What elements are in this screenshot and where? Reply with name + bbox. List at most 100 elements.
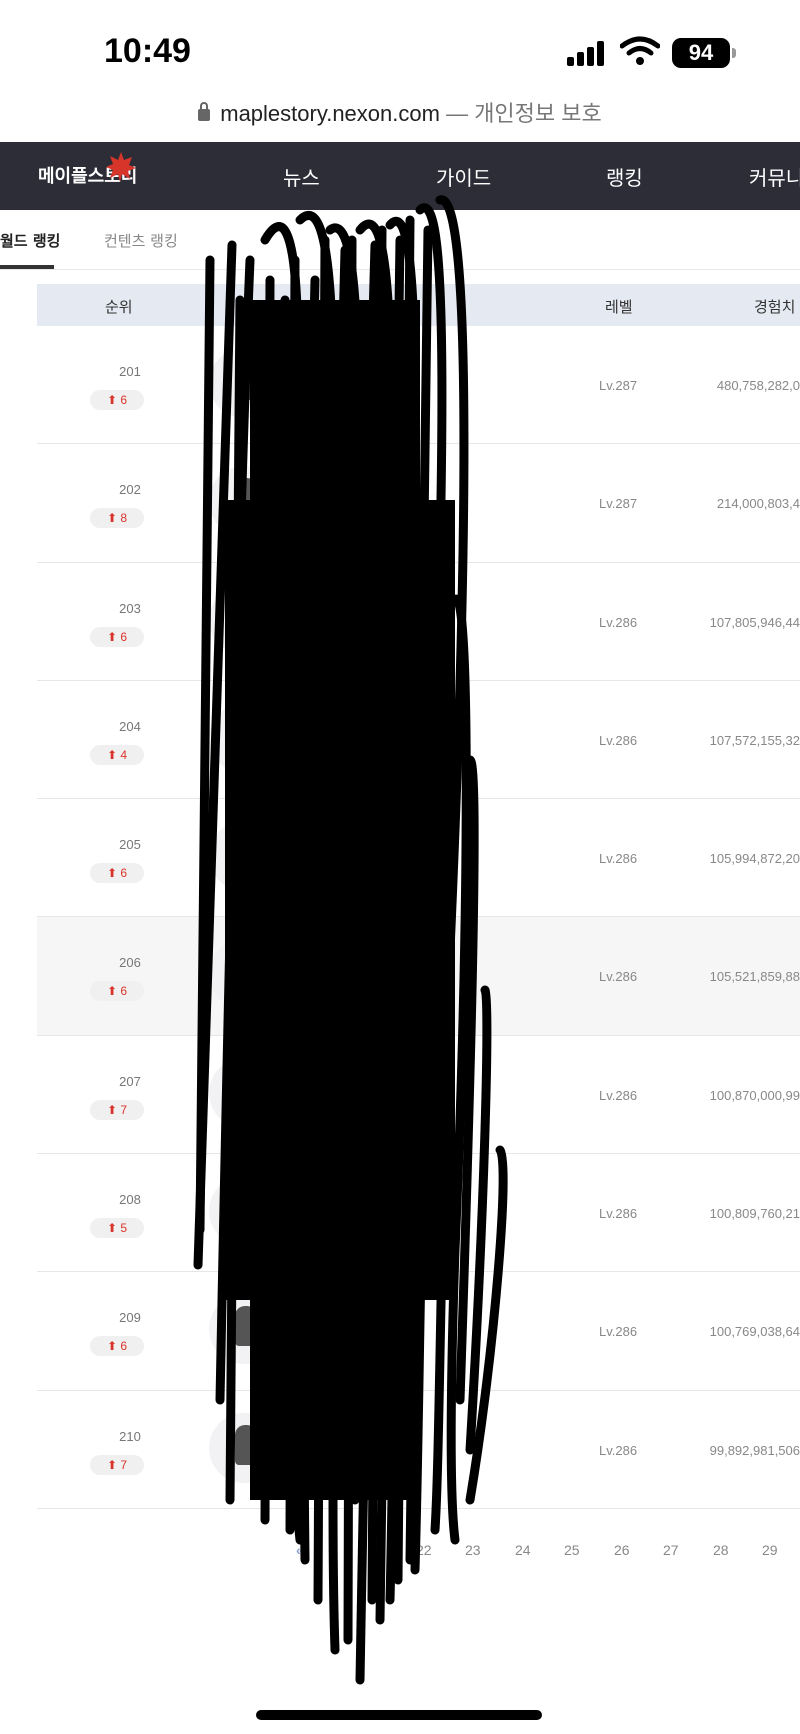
table-row[interactable]: 208 ⬆ 5 Lv.286 100,809,760,21 [37, 1154, 800, 1273]
table-row[interactable]: 202 ⬆ 8 Lv.287 214,000,803,4 [37, 444, 800, 563]
avatar[interactable] [209, 1412, 279, 1483]
privacy-label: — 개인정보 보호 [446, 101, 602, 126]
avatar[interactable] [209, 1294, 279, 1365]
address-bar[interactable]: maplestory.nexon.com — 개인정보 보호 [0, 96, 800, 136]
page-28[interactable]: 28 [713, 1542, 729, 1558]
arrow-up-icon: ⬆ [106, 1102, 118, 1117]
header-exp: 경험치 [754, 298, 796, 316]
rank-change-badge: ⬆ 6 [90, 626, 144, 647]
rank-change-badge: ⬆ 5 [90, 1218, 144, 1239]
rank-change-badge: ⬆ 6 [90, 390, 144, 410]
rank-change-badge: ⬆ 4 [90, 744, 144, 765]
lock-icon [198, 102, 211, 121]
rank-change-value: 7 [120, 1457, 128, 1472]
table-row[interactable]: 209 ⬆ 6 Lv.286 100,769,038,64 [37, 1272, 800, 1391]
rank-change-badge: ⬆ 8 [90, 508, 144, 529]
page-25[interactable]: 25 [564, 1542, 580, 1558]
maple-leaf-icon [106, 152, 136, 182]
home-indicator [256, 1710, 542, 1720]
level-value: Lv.287 [599, 378, 638, 393]
site-nav: 메이플스토리 뉴스 가이드 랭킹 커뮤니 [0, 142, 800, 210]
avatar[interactable] [209, 939, 279, 1010]
rank-number: 209 [119, 1310, 141, 1326]
table-body: 201 ⬆ 6 Lv.287 480,758,282,0 202 ⬆ 8 Lv.287 214… [37, 326, 800, 1509]
level-value: Lv.286 [599, 969, 638, 985]
wifi-icon [620, 36, 660, 65]
rank-change-value: 6 [120, 393, 128, 407]
rank-change-badge: ⬆ 7 [90, 1454, 144, 1475]
tab-content-ranking[interactable]: 컨텐츠 랭킹 [104, 230, 178, 251]
level-value: Lv.286 [599, 1442, 638, 1458]
exp-value: 100,870,000,99 [709, 1087, 800, 1103]
url-domain: maplestory.nexon.com [220, 101, 440, 126]
rank-number: 206 [119, 955, 141, 971]
rank-change-value: 7 [120, 1102, 128, 1117]
nav-guide[interactable]: 가이드 [436, 162, 491, 191]
exp-value: 99,892,981,506 [709, 1442, 800, 1458]
exp-value: 100,809,760,21 [709, 1206, 800, 1222]
tab-world-ranking[interactable]: 월드 랭킹 [0, 230, 60, 251]
arrow-up-icon: ⬆ [106, 984, 118, 999]
rank-change-badge: ⬆ 6 [90, 981, 144, 1002]
rank-number: 203 [119, 600, 141, 616]
level-value: Lv.286 [599, 614, 638, 630]
page-27[interactable]: 27 [663, 1542, 679, 1558]
avatar[interactable] [209, 466, 279, 537]
level-value: Lv.286 [599, 851, 638, 867]
battery-tip [732, 48, 736, 58]
rank-number: 208 [119, 1192, 141, 1208]
arrow-up-icon: ⬆ [106, 629, 118, 644]
rank-change-value: 6 [120, 629, 128, 644]
rank-number: 210 [119, 1428, 141, 1444]
exp-value: 100,769,038,64 [709, 1324, 800, 1340]
table-row[interactable]: 204 ⬆ 4 Lv.286 107,572,155,32 [37, 680, 800, 800]
rank-change-value: 6 [120, 866, 128, 881]
avatar[interactable] [209, 348, 279, 418]
arrow-up-icon: ⬆ [106, 866, 118, 881]
exp-value: 214,000,803,4 [716, 496, 800, 512]
table-row[interactable]: 210 ⬆ 7 Lv.286 99,892,981,506 [37, 1390, 800, 1509]
rank-number: 202 [119, 482, 141, 498]
rank-change-value: 6 [120, 984, 128, 999]
rank-number: 207 [119, 1073, 141, 1089]
level-value: Lv.286 [599, 1324, 638, 1340]
rank-change-badge: ⬆ 7 [90, 1099, 144, 1120]
rank-number: 205 [119, 837, 141, 853]
table-row[interactable]: 207 ⬆ 7 Lv.286 100,870,000,99 [37, 1035, 800, 1155]
avatar[interactable] [209, 821, 279, 892]
rank-number: 204 [119, 718, 141, 734]
avatar[interactable] [209, 1057, 279, 1128]
avatar[interactable] [209, 702, 279, 773]
page-22[interactable]: 22 [416, 1542, 432, 1558]
page-24[interactable]: 24 [515, 1542, 531, 1558]
rank-change-value: 8 [120, 511, 128, 526]
rank-change-value: 5 [120, 1221, 128, 1236]
avatar[interactable] [209, 1176, 279, 1247]
arrow-up-icon: ⬆ [106, 393, 118, 407]
table-row[interactable]: 201 ⬆ 6 Lv.287 480,758,282,0 [37, 326, 800, 445]
level-value: Lv.287 [599, 496, 638, 512]
page-26[interactable]: 26 [614, 1542, 630, 1558]
level-value: Lv.286 [599, 1206, 638, 1222]
page-29[interactable]: 29 [762, 1542, 778, 1558]
rank-change-badge: ⬆ 6 [90, 1336, 144, 1357]
table-row[interactable]: 205 ⬆ 6 Lv.286 105,994,872,20 [37, 799, 800, 918]
level-value: Lv.286 [599, 1087, 638, 1103]
nav-news[interactable]: 뉴스 [283, 162, 320, 191]
rank-change-badge: ⬆ 6 [90, 863, 144, 884]
table-row[interactable]: 206 ⬆ 6 Lv.286 105,521,859,88 [37, 917, 800, 1036]
exp-value: 107,805,946,44 [709, 614, 800, 630]
prev-page-button[interactable]: ‹ [328, 1542, 333, 1558]
exp-value: 107,572,155,32 [709, 732, 800, 748]
avatar[interactable] [209, 584, 279, 655]
table-row[interactable]: 203 ⬆ 6 Lv.286 107,805,946,44 [37, 562, 800, 681]
nav-ranking[interactable]: 랭킹 [606, 162, 643, 191]
ranking-table: 순위 레벨 경험치 201 ⬆ 6 Lv.287 480,758,282,0 202 ⬆ … [37, 284, 800, 1509]
first-page-button[interactable]: « [296, 1542, 304, 1558]
clock: 10:49 [104, 32, 191, 70]
page-23[interactable]: 23 [465, 1542, 481, 1558]
rank-change-value: 6 [120, 1339, 128, 1354]
nav-community[interactable]: 커뮤니 [749, 162, 800, 191]
battery-indicator: 94 [672, 38, 730, 68]
arrow-up-icon: ⬆ [106, 1221, 118, 1236]
